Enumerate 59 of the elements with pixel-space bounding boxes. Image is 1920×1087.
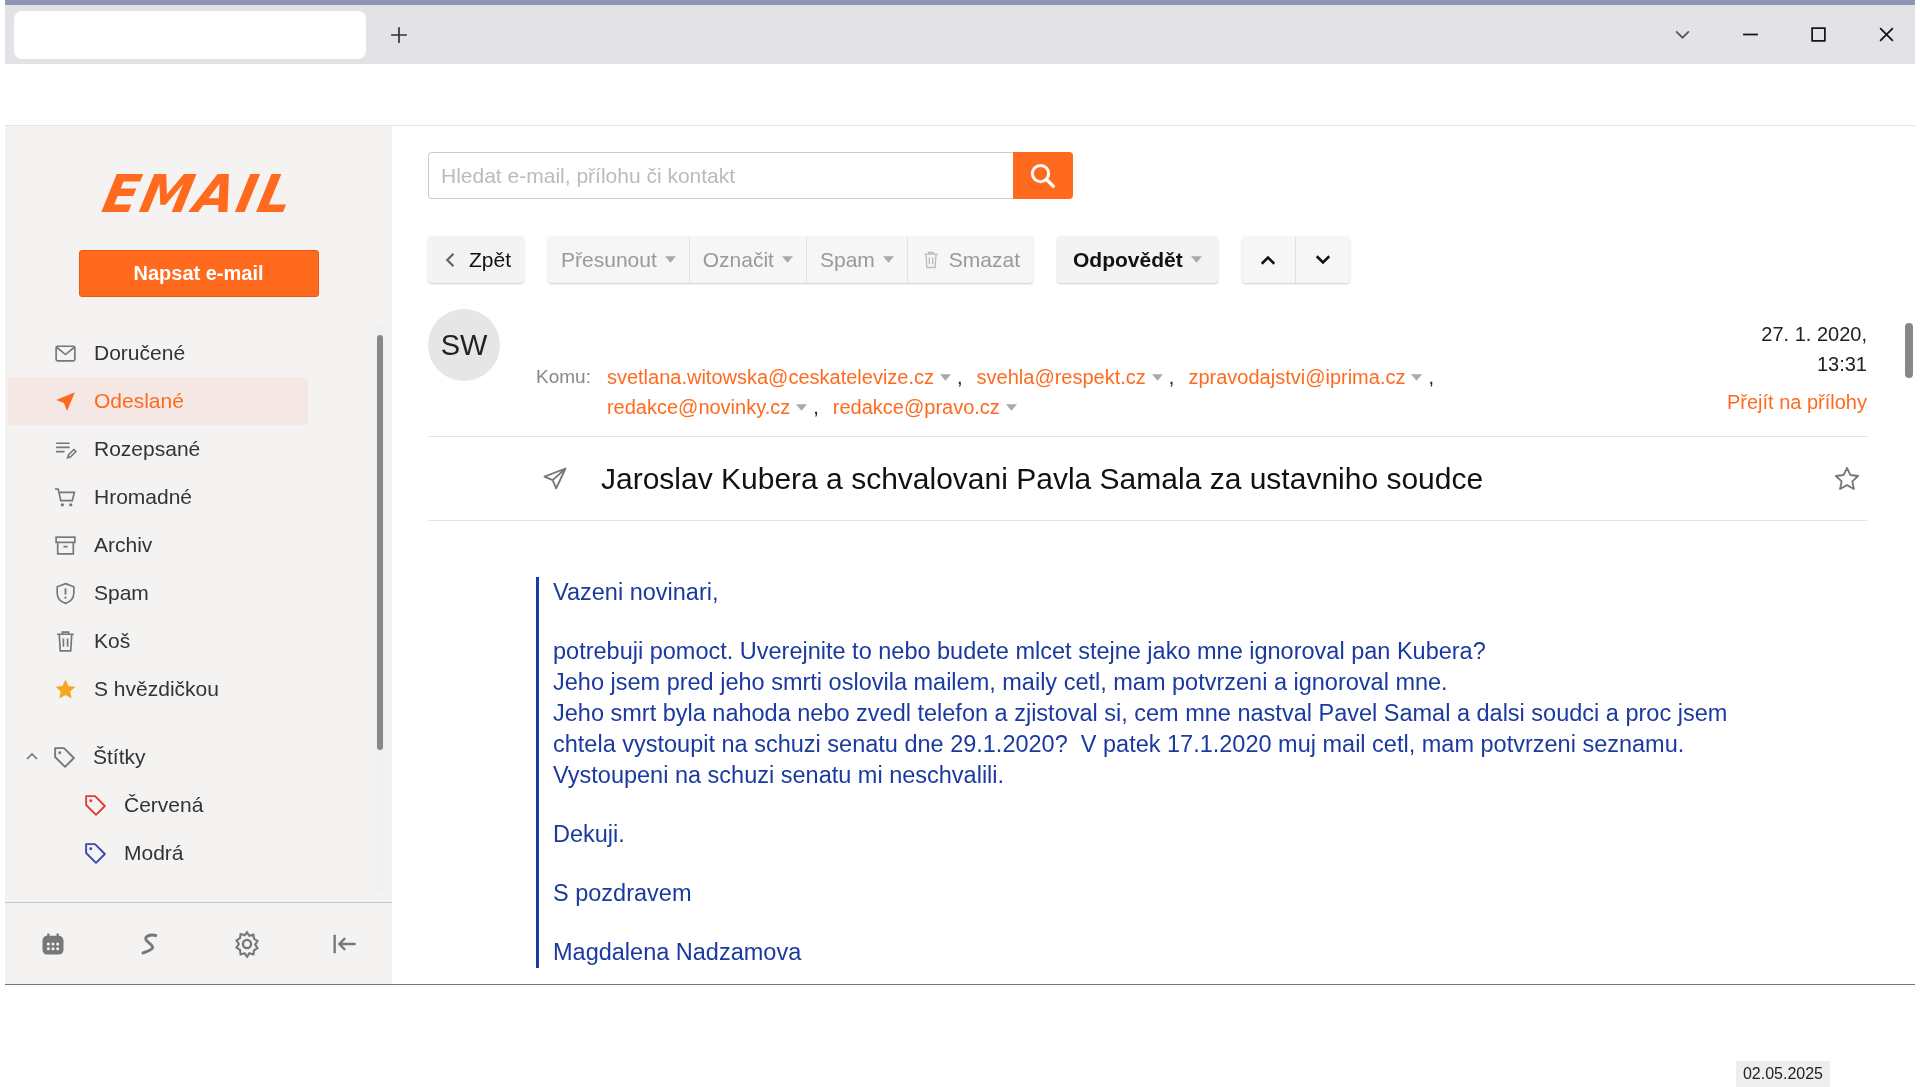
message-text-line: potrebuji pomoct. Uverejnite to nebo budete mlcet stejne jako mne ignoroval pan Kubera? bbox=[553, 637, 1487, 666]
new-tab-icon[interactable] bbox=[390, 25, 408, 44]
maximize-icon[interactable] bbox=[1810, 26, 1827, 43]
back-button[interactable]: Zpět bbox=[428, 236, 525, 283]
folder-item[interactable]: S hvězdičkou bbox=[8, 665, 308, 713]
label-item[interactable]: Modrá bbox=[8, 829, 308, 877]
shield-icon bbox=[53, 580, 78, 606]
recipient-link[interactable]: redakce@pravo.cz bbox=[832, 392, 1017, 422]
folder-item[interactable]: Koš bbox=[8, 617, 308, 665]
message-text-line: Dekuji. bbox=[553, 820, 626, 849]
settings-icon[interactable] bbox=[232, 929, 261, 958]
search-field[interactable]: Hledat e-mail, přílohu či kontakt bbox=[428, 152, 1013, 199]
message-text-line: Vystoupeni na schuzi senatu mi neschvalili. bbox=[553, 761, 1006, 790]
comma-separator: , bbox=[813, 395, 819, 420]
message-text-line: Vazeni novinari, bbox=[553, 578, 720, 607]
caret-icon bbox=[1151, 373, 1163, 381]
message-text-line: chtela vystoupit na schuzi senatu dne 29.1.2020? V patek 17.1.2020 muj mail cetl, mam potvrzeni seznamu. bbox=[553, 730, 1686, 759]
star-icon[interactable] bbox=[1833, 464, 1861, 493]
message-text-line: Magdalena Nadzamova bbox=[553, 938, 803, 967]
recipient-link[interactable]: redakce@novinky.cz bbox=[606, 392, 808, 422]
message-text-line: Jeho smrt byla nahoda nebo zvedl telefon a zjistoval si, cem mne nastval Pavel Samal a dalsi soudci a proc jsem bbox=[553, 699, 1729, 728]
comma-separator: , bbox=[957, 365, 963, 390]
attachments-link[interactable]: Přejít na přílohy bbox=[1726, 391, 1867, 414]
tag-icon bbox=[52, 744, 77, 770]
message-time: 13:31 bbox=[1816, 352, 1867, 377]
folder-item[interactable]: Spam bbox=[8, 569, 308, 617]
recipient-link[interactable]: zpravodajstvi@iprima.cz bbox=[1188, 362, 1423, 392]
folder-item[interactable]: Doručené bbox=[8, 329, 308, 377]
scrollbar[interactable] bbox=[376, 325, 384, 892]
avatar: SW bbox=[428, 309, 500, 381]
compose-button[interactable]: Napsat e-mail bbox=[78, 250, 319, 297]
folder-item[interactable]: Archiv bbox=[8, 521, 308, 569]
recipient-link[interactable]: svetlana.witowska@ceskatelevize.cz bbox=[606, 362, 952, 392]
caret-icon bbox=[664, 256, 676, 263]
caret-icon bbox=[1190, 256, 1202, 263]
caret-icon bbox=[781, 256, 793, 263]
folder-item[interactable]: Odeslané bbox=[8, 377, 308, 425]
caret-icon bbox=[1005, 403, 1017, 411]
caret-icon bbox=[940, 373, 952, 381]
comma-separator: , bbox=[1428, 365, 1434, 390]
folder-item[interactable]: Hromadné bbox=[8, 473, 308, 521]
taskbar-date: 02.05.2025 bbox=[1735, 1061, 1830, 1087]
message-text-line: Jeho jsem pred jeho smrti oslovila mailem, maily cetl, mam potvrzeni a ignoroval mne. bbox=[553, 668, 1449, 697]
reply-button[interactable]: Odpovědět bbox=[1057, 236, 1218, 283]
comma-separator: , bbox=[1168, 365, 1175, 390]
caret-icon bbox=[796, 403, 808, 411]
message-subject: Jaroslav Kubera a schvalovani Pavla Samala za ustavniho soudce bbox=[601, 461, 1485, 496]
labels-section-toggle[interactable]: Štítky bbox=[8, 733, 308, 781]
search-button[interactable] bbox=[1013, 152, 1073, 199]
caret-icon bbox=[1411, 373, 1423, 381]
close-icon[interactable] bbox=[1878, 26, 1895, 43]
message-text-line: S pozdravem bbox=[553, 879, 693, 908]
label-item[interactable]: Červená bbox=[8, 781, 308, 829]
to-label: Komu: bbox=[536, 365, 591, 389]
message-date: 27. 1. 2020, bbox=[1761, 322, 1867, 347]
caret-icon bbox=[882, 256, 894, 263]
folder-item[interactable]: Rozepsané bbox=[8, 425, 308, 473]
recipient-link[interactable]: svehla@respekt.cz bbox=[976, 362, 1163, 392]
logo[interactable]: EMAIL bbox=[97, 164, 300, 224]
